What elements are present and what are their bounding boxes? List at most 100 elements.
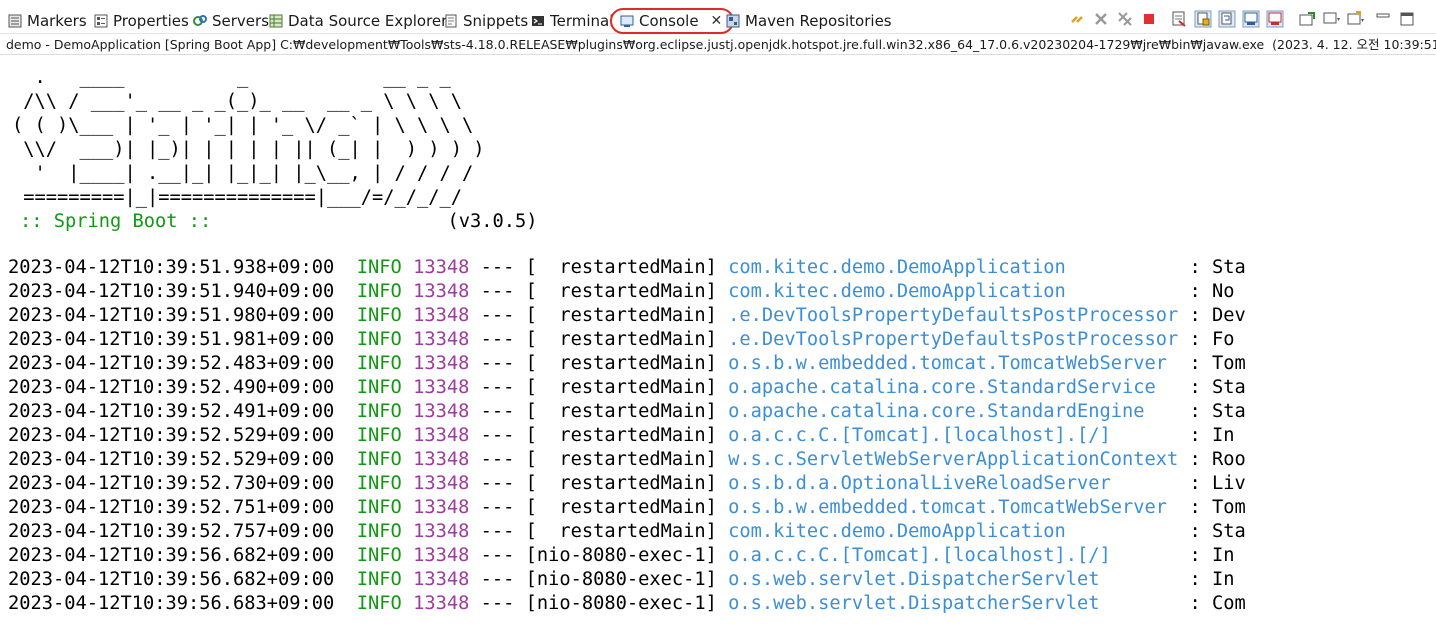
log-message: : Tom <box>1189 497 1246 518</box>
log-level: INFO <box>356 593 402 614</box>
log-pid: 13348 <box>413 425 470 446</box>
log-message: : Sta <box>1189 257 1246 278</box>
tab-console[interactable]: Console ✕ <box>610 8 735 34</box>
console-output[interactable]: . ____ _ __ _ _ /\\ / ___'_ __ _ _(_)_ _… <box>0 56 1436 640</box>
log-pid: 13348 <box>413 401 470 422</box>
log-line: 2023-04-12T10:39:52.529+09:00 INFO 13348… <box>8 448 1246 472</box>
log-thread: [ restartedMain] <box>525 257 717 278</box>
log-pid: 13348 <box>413 521 470 542</box>
tab-label: Data Source Explorer <box>288 12 448 30</box>
terminate-icon[interactable] <box>1092 10 1110 28</box>
log-thread: [ restartedMain] <box>525 377 717 398</box>
log-logger: com.kitec.demo.DemoApplication <box>728 257 1066 278</box>
log-timestamp: 2023-04-12T10:39:56.683+09:00 <box>8 593 335 614</box>
log-pid: 13348 <box>413 473 470 494</box>
log-line: 2023-04-12T10:39:56.682+09:00 INFO 13348… <box>8 544 1246 568</box>
log-pid: 13348 <box>413 545 470 566</box>
log-level: INFO <box>356 473 402 494</box>
open-console-icon[interactable] <box>1346 10 1364 28</box>
tab-servers[interactable]: Servers <box>193 8 269 34</box>
log-timestamp: 2023-04-12T10:39:51.981+09:00 <box>8 329 335 350</box>
log-timestamp: 2023-04-12T10:39:51.938+09:00 <box>8 257 335 278</box>
log-logger: com.kitec.demo.DemoApplication <box>728 521 1066 542</box>
show-on-stderr-icon[interactable] <box>1266 10 1284 28</box>
spring-ascii-banner: . ____ _ __ _ _ /\\ / ___'_ __ _ _(_)_ _… <box>12 66 485 210</box>
log-logger: o.s.b.w.embedded.tomcat.TomcatWebServer <box>728 497 1167 518</box>
show-on-stdout-icon[interactable] <box>1242 10 1260 28</box>
minimize-icon[interactable] <box>1374 10 1392 28</box>
log-pid: 13348 <box>413 449 470 470</box>
log-lines: 2023-04-12T10:39:51.938+09:00 INFO 13348… <box>8 256 1246 616</box>
log-level: INFO <box>356 497 402 518</box>
log-line: 2023-04-12T10:39:51.981+09:00 INFO 13348… <box>8 328 1246 352</box>
tab-terminal[interactable]: Terminal <box>531 8 613 34</box>
log-pid: 13348 <box>413 353 470 374</box>
tab-snippets[interactable]: Snippets <box>444 8 528 34</box>
log-pid: 13348 <box>413 377 470 398</box>
log-message: : In <box>1189 545 1235 566</box>
tab-markers[interactable]: Markers <box>8 8 87 34</box>
log-thread: [ restartedMain] <box>525 473 717 494</box>
log-message: : Dev <box>1189 305 1246 326</box>
log-logger: o.a.c.c.C.[Tomcat].[localhost].[/] <box>728 545 1111 566</box>
log-separator: --- <box>480 497 515 518</box>
stop-icon[interactable] <box>1140 10 1158 28</box>
log-message: : Tom <box>1189 353 1246 374</box>
log-level: INFO <box>356 449 402 470</box>
display-selected-console-icon[interactable] <box>1322 10 1340 28</box>
log-logger: o.s.web.servlet.DispatcherServlet <box>728 569 1100 590</box>
tab-label: Terminal <box>550 12 614 30</box>
log-logger: o.apache.catalina.core.StandardService <box>728 377 1156 398</box>
log-level: INFO <box>356 281 402 302</box>
log-timestamp: 2023-04-12T10:39:52.483+09:00 <box>8 353 335 374</box>
log-message: : Roo <box>1189 449 1246 470</box>
log-line: 2023-04-12T10:39:52.751+09:00 INFO 13348… <box>8 496 1246 520</box>
log-level: INFO <box>356 329 402 350</box>
log-logger: .e.DevToolsPropertyDefaultsPostProcessor <box>728 329 1179 350</box>
remove-all-terminated-icon[interactable] <box>1116 10 1134 28</box>
log-thread: [nio-8080-exec-1] <box>525 593 717 614</box>
log-timestamp: 2023-04-12T10:39:56.682+09:00 <box>8 545 335 566</box>
clear-console-icon[interactable] <box>1170 10 1188 28</box>
log-logger: o.apache.catalina.core.StandardEngine <box>728 401 1145 422</box>
log-thread: [ restartedMain] <box>525 353 717 374</box>
banner-line: /\\ / ___'_ __ _ _(_)_ __ __ _ \ \ \ \ <box>12 91 463 112</box>
scroll-lock-icon[interactable] <box>1194 10 1212 28</box>
log-level: INFO <box>356 353 402 374</box>
tab-properties[interactable]: Properties <box>94 8 189 34</box>
log-thread: [ restartedMain] <box>525 329 717 350</box>
log-thread: [nio-8080-exec-1] <box>525 569 717 590</box>
log-pid: 13348 <box>413 569 470 590</box>
log-message: : Liv <box>1189 473 1246 494</box>
log-separator: --- <box>480 329 515 350</box>
log-line: 2023-04-12T10:39:52.483+09:00 INFO 13348… <box>8 352 1246 376</box>
pin-console-icon[interactable] <box>1298 10 1316 28</box>
tab-data-source-explorer[interactable]: Data Source Explorer <box>269 8 447 34</box>
spring-boot-version-line: :: Spring Boot :: (v3.0.5) <box>20 210 538 234</box>
disconnect-icon[interactable] <box>1068 10 1086 28</box>
log-separator: --- <box>480 353 515 374</box>
log-line: 2023-04-12T10:39:56.683+09:00 INFO 13348… <box>8 592 1246 616</box>
close-icon[interactable]: ✕ <box>711 13 723 29</box>
log-thread: [nio-8080-exec-1] <box>525 545 717 566</box>
log-level: INFO <box>356 305 402 326</box>
log-separator: --- <box>480 305 515 326</box>
log-separator: --- <box>480 449 515 470</box>
log-thread: [ restartedMain] <box>525 281 717 302</box>
tab-label: Maven Repositories <box>745 12 892 30</box>
log-level: INFO <box>356 521 402 542</box>
terminal-icon <box>531 14 545 28</box>
properties-icon <box>94 14 108 28</box>
log-timestamp: 2023-04-12T10:39:52.730+09:00 <box>8 473 335 494</box>
process-info-line: demo - DemoApplication [Spring Boot App]… <box>0 35 1436 55</box>
log-thread: [ restartedMain] <box>525 521 717 542</box>
word-wrap-icon[interactable] <box>1218 10 1236 28</box>
log-message: : Fo <box>1189 329 1235 350</box>
maximize-icon[interactable] <box>1398 10 1416 28</box>
log-separator: --- <box>480 545 515 566</box>
tab-label: Console <box>639 12 699 30</box>
tab-maven-repositories[interactable]: Maven Repositories <box>726 8 892 34</box>
servers-icon <box>193 14 207 28</box>
log-timestamp: 2023-04-12T10:39:52.757+09:00 <box>8 521 335 542</box>
log-thread: [ restartedMain] <box>525 305 717 326</box>
